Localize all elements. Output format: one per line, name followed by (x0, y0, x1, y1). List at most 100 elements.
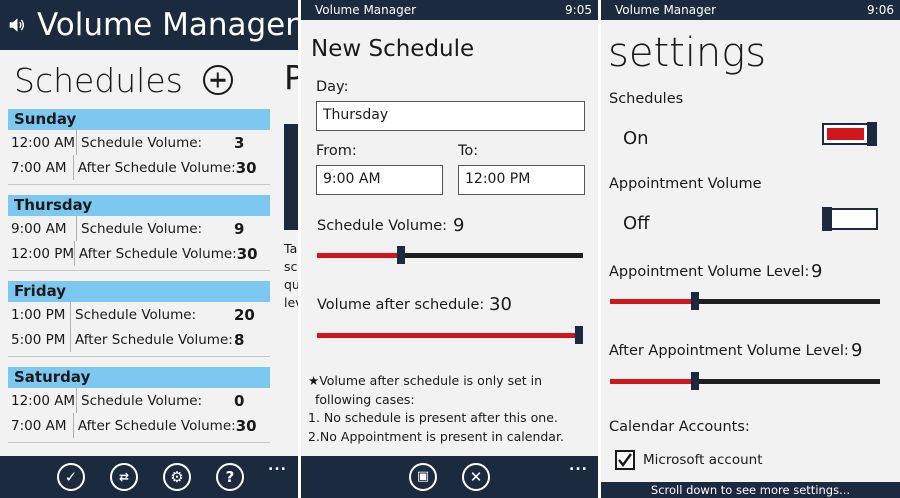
row-divider (76, 216, 77, 241)
more-menu-button[interactable]: ... (268, 458, 287, 474)
appointment-volume-toggle[interactable] (822, 207, 878, 231)
page-title: settings (608, 30, 767, 76)
schedule-label: After Schedule Volume: (77, 417, 236, 434)
appointment-volume-label: Appointment Volume (609, 176, 762, 192)
day-label: Saturday (8, 367, 270, 388)
page-title: Schedules (14, 60, 183, 100)
day-field[interactable]: Thursday (316, 101, 585, 131)
switch-icon[interactable]: ⇄ (110, 463, 138, 491)
schedule-time: 7:00 AM (11, 159, 67, 176)
next-page-peek-title: P (284, 58, 298, 97)
add-schedule-icon[interactable] (202, 65, 233, 95)
schedule-value: 30 (236, 244, 258, 263)
slider-thumb[interactable] (575, 326, 583, 344)
from-time-field[interactable]: 9:00 AM (316, 165, 443, 195)
microsoft-account-label: Microsoft account (643, 452, 763, 468)
schedule-row[interactable]: 9:00 AM Schedule Volume: 9 (8, 216, 270, 241)
row-divider (76, 130, 77, 155)
app-bar: ▣ ✕ ... (301, 456, 598, 498)
schedules-toggle-state: On (623, 128, 649, 149)
more-menu-button[interactable]: ... (569, 458, 588, 474)
day-label: Thursday (8, 195, 270, 216)
day-group-sunday[interactable]: Sunday 12:00 AM Schedule Volume: 3 7:00 … (8, 109, 270, 185)
schedule-volume-value: 9 (453, 215, 465, 236)
after-appointment-level-slider[interactable] (610, 372, 880, 390)
checkmark-icon (618, 453, 632, 467)
calendar-accounts-label: Calendar Accounts: (609, 419, 750, 435)
day-label: Friday (8, 281, 270, 302)
appointment-level-slider[interactable] (610, 292, 880, 310)
schedule-label: After Schedule Volume: (77, 159, 236, 176)
app-header: Volume Manager (0, 0, 298, 50)
schedule-value: 3 (234, 133, 245, 152)
slider-fill (317, 333, 579, 338)
schedule-time: 1:00 PM (11, 306, 66, 323)
status-bar: Volume Manager 9:05 (301, 0, 598, 20)
schedule-time: 12:00 PM (11, 245, 74, 262)
schedule-row[interactable]: 12:00 AM Schedule Volume: 0 (8, 388, 270, 413)
next-page-peek-text: Tap scr qu lev (284, 241, 298, 310)
schedule-volume-label: Schedule Volume: (317, 218, 448, 234)
schedule-list: Sunday 12:00 AM Schedule Volume: 3 7:00 … (0, 109, 270, 453)
day-group-saturday[interactable]: Saturday 12:00 AM Schedule Volume: 0 7:0… (8, 367, 270, 443)
appointment-level-label: Appointment Volume Level: (609, 264, 810, 280)
new-schedule-screen: Volume Manager 9:05 New Schedule Day: Th… (301, 0, 598, 498)
check-icon[interactable]: ✓ (57, 463, 85, 491)
slider-fill (610, 379, 695, 384)
speaker-icon (9, 18, 25, 32)
schedule-value: 20 (234, 305, 255, 324)
to-time-field[interactable]: 12:00 PM (458, 165, 585, 195)
schedule-time: 12:00 AM (11, 134, 76, 151)
status-app-name: Volume Manager (315, 3, 417, 17)
app-title: Volume Manager (36, 7, 298, 43)
schedule-label: After Schedule Volume: (75, 331, 233, 348)
next-page-peek-image (284, 124, 298, 230)
schedules-screen: Volume Manager Schedules P Tap scr qu le… (0, 0, 298, 498)
after-appointment-level-label: After Appointment Volume Level: (609, 343, 849, 359)
schedule-time: 7:00 AM (11, 417, 67, 434)
schedule-row[interactable]: 12:00 PM After Schedule Volume: 30 (8, 241, 270, 266)
schedule-label: Schedule Volume: (81, 134, 203, 151)
schedule-value: 8 (234, 330, 245, 349)
status-bar: Volume Manager 9:06 (601, 0, 900, 20)
schedule-value: 9 (234, 219, 245, 238)
status-app-name: Volume Manager (615, 3, 717, 17)
schedule-row[interactable]: 12:00 AM Schedule Volume: 3 (8, 130, 270, 155)
schedule-row[interactable]: 7:00 AM After Schedule Volume: 30 (8, 413, 270, 438)
day-group-thursday[interactable]: Thursday 9:00 AM Schedule Volume: 9 12:0… (8, 195, 270, 271)
schedule-time: 12:00 AM (11, 392, 76, 409)
schedule-label: After Schedule Volume: (78, 245, 237, 262)
status-time: 9:06 (867, 3, 894, 17)
slider-fill (317, 253, 401, 258)
row-divider (72, 155, 74, 180)
slider-thumb[interactable] (691, 372, 699, 390)
day-label: Day: (316, 79, 349, 95)
appointment-toggle-state: Off (623, 213, 650, 234)
schedule-row[interactable]: 1:00 PM Schedule Volume: 20 (8, 302, 270, 327)
microsoft-account-checkbox[interactable] (615, 450, 635, 470)
schedule-label: Schedule Volume: (81, 392, 203, 409)
after-appointment-level-value: 9 (851, 340, 863, 361)
scroll-hint: Scroll down to see more settings... (601, 482, 900, 498)
settings-icon[interactable]: ⚙ (163, 463, 191, 491)
after-volume-slider[interactable] (317, 326, 583, 344)
schedule-volume-slider[interactable] (317, 246, 583, 264)
cancel-icon[interactable]: ✕ (462, 463, 490, 491)
appointment-level-value: 9 (811, 261, 823, 282)
save-icon[interactable]: ▣ (409, 463, 437, 491)
schedules-toggle[interactable] (822, 122, 878, 146)
after-volume-value: 30 (489, 294, 512, 315)
slider-thumb[interactable] (691, 292, 699, 310)
from-label: From: (316, 143, 357, 159)
schedule-row[interactable]: 7:00 AM After Schedule Volume: 30 (8, 155, 270, 180)
page-title: New Schedule (311, 36, 475, 62)
row-divider (76, 388, 77, 413)
after-volume-label: Volume after schedule: (317, 297, 485, 313)
slider-thumb[interactable] (397, 246, 405, 264)
slider-fill (610, 299, 695, 304)
day-group-friday[interactable]: Friday 1:00 PM Schedule Volume: 20 5:00 … (8, 281, 270, 357)
schedule-label: Schedule Volume: (75, 306, 197, 323)
schedule-label: Schedule Volume: (81, 220, 203, 237)
schedule-row[interactable]: 5:00 PM After Schedule Volume: 8 (8, 327, 270, 352)
help-icon[interactable]: ? (216, 463, 244, 491)
